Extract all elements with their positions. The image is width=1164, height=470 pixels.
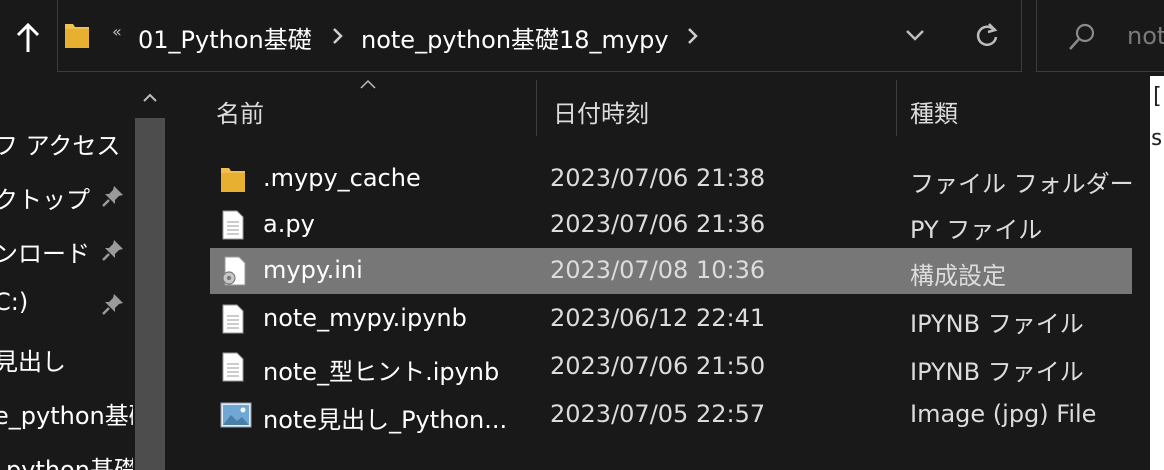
- overflow-chevron[interactable]: «: [112, 22, 122, 41]
- file-type: Image (jpg) File: [910, 400, 1097, 428]
- file-type: PY ファイル: [910, 216, 1043, 244]
- file-date: 2023/07/06 21:36: [550, 210, 766, 238]
- file-name: note_mypy.ipynb: [263, 304, 467, 332]
- file-date: 2023/06/12 22:41: [550, 304, 766, 332]
- pin-icon: [102, 186, 123, 207]
- up-arrow-icon: [16, 22, 40, 52]
- chevron-down-icon[interactable]: [902, 26, 928, 46]
- file-date: 2023/07/05 22:57: [550, 400, 766, 428]
- file-icon: [222, 352, 244, 382]
- up-arrow-button[interactable]: [0, 0, 56, 76]
- nav-scrollbar-thumb[interactable]: [135, 118, 165, 470]
- file-list: 名前 日付時刻 種類 .mypy_cache 2023/07/06 21:38 …: [172, 76, 1142, 470]
- file-type: 構成設定: [910, 262, 1006, 290]
- search-placeholder: not: [1127, 22, 1164, 50]
- folder-icon: [65, 24, 89, 48]
- nav-item-quick-access[interactable]: フ アクセス: [0, 126, 120, 161]
- file-type: IPYNB ファイル: [910, 358, 1084, 386]
- column-header-type[interactable]: 種類: [910, 94, 958, 156]
- column-header-date[interactable]: 日付時刻: [553, 94, 649, 156]
- scroll-up-arrow-icon[interactable]: [140, 90, 160, 106]
- nav-item-python-kiso-1[interactable]: e_python基礎: [0, 396, 153, 431]
- pin-icon: [102, 240, 123, 261]
- column-divider[interactable]: [896, 80, 897, 136]
- file-date: 2023/07/06 21:38: [550, 164, 766, 192]
- file-type: IPYNB ファイル: [910, 310, 1084, 338]
- preview-text: [: [1150, 84, 1164, 109]
- preview-pane: [ s: [1150, 76, 1164, 470]
- file-row[interactable]: a.py 2023/07/06 21:36 PY ファイル: [210, 202, 1132, 248]
- refresh-icon[interactable]: [973, 20, 1001, 50]
- file-row-selected[interactable]: mypy.ini 2023/07/08 10:36 構成設定: [210, 248, 1132, 294]
- file-icon: [222, 304, 244, 334]
- file-name: mypy.ini: [263, 256, 363, 284]
- chevron-right-icon[interactable]: [330, 22, 346, 50]
- file-name: note見出し_Python...: [263, 406, 508, 434]
- sort-ascending-icon: [360, 79, 376, 89]
- search-box[interactable]: not: [1036, 0, 1164, 72]
- file-date: 2023/07/08 10:36: [550, 256, 766, 284]
- file-name: .mypy_cache: [263, 164, 421, 192]
- nav-item-desktop[interactable]: クトップ: [0, 180, 90, 215]
- column-header-name[interactable]: 名前: [216, 94, 264, 156]
- breadcrumb-item[interactable]: 01_Python基礎: [138, 20, 312, 55]
- file-name: a.py: [263, 210, 315, 238]
- file-row[interactable]: .mypy_cache 2023/07/06 21:38 ファイル フォルダー: [210, 156, 1134, 202]
- preview-text: s: [1150, 126, 1164, 151]
- file-date: 2023/07/06 21:50: [550, 352, 766, 380]
- settings-file-icon: [222, 256, 246, 286]
- file-name: note_型ヒント.ipynb: [263, 358, 500, 386]
- chevron-right-icon[interactable]: [685, 22, 701, 50]
- file-type: ファイル フォルダー: [910, 170, 1134, 198]
- pin-icon: [102, 294, 123, 315]
- image-file-icon: [220, 402, 252, 428]
- file-row[interactable]: note_型ヒント.ipynb 2023/07/06 21:50 IPYNB フ…: [210, 344, 1132, 390]
- address-bar[interactable]: « 01_Python基礎 note_python基礎18_mypy: [57, 0, 1022, 72]
- nav-item-downloads[interactable]: ンロード: [0, 234, 90, 269]
- folder-icon: [221, 168, 245, 192]
- address-toolbar: « 01_Python基礎 note_python基礎18_mypy not: [0, 0, 1164, 76]
- search-icon: [1069, 23, 1095, 50]
- breadcrumb-item[interactable]: note_python基礎18_mypy: [361, 20, 669, 55]
- file-row[interactable]: note_mypy.ipynb 2023/06/12 22:41 IPYNB フ…: [210, 296, 1132, 342]
- nav-item-python-kiso-2[interactable]: _python基礎: [0, 450, 138, 470]
- file-row[interactable]: note見出し_Python... 2023/07/05 22:57 Image…: [210, 392, 1132, 438]
- nav-item-c-drive[interactable]: C:): [0, 288, 28, 316]
- nav-item-midashi[interactable]: 見出し: [0, 342, 66, 377]
- file-icon: [222, 210, 244, 240]
- column-divider[interactable]: [536, 80, 537, 136]
